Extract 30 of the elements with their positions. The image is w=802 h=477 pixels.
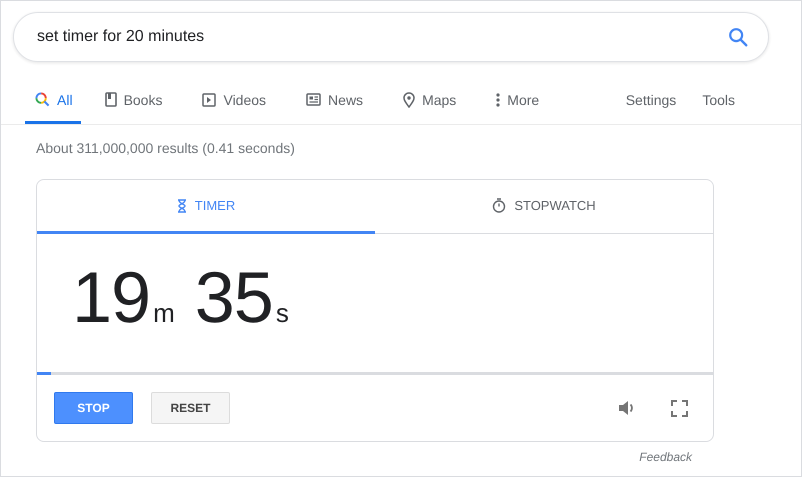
search-icon [35, 92, 50, 107]
nav-link[interactable]: Settings [626, 75, 676, 124]
stopwatch-icon [492, 198, 506, 213]
search-icon[interactable] [727, 26, 749, 48]
timer-tab[interactable]: TIMER [37, 180, 375, 234]
nav-tab[interactable]: More [486, 75, 548, 124]
search-field[interactable]: set timer for 20 minutes [13, 12, 769, 62]
timer-tab[interactable]: STOPWATCH [375, 180, 713, 234]
nav-tab[interactable]: Videos [192, 75, 274, 124]
reset-button[interactable]: RESET [151, 392, 230, 424]
feedback-link[interactable]: Feedback [639, 450, 692, 464]
hourglass-icon [176, 198, 187, 212]
nav-tab[interactable]: Books [94, 75, 170, 124]
fullscreen-icon[interactable] [671, 400, 688, 416]
play-icon [202, 92, 216, 106]
newspaper-icon [306, 93, 322, 106]
nav-link[interactable]: Tools [702, 75, 735, 124]
book-icon [104, 92, 117, 107]
speaker-icon[interactable] [618, 400, 636, 416]
nav-tab[interactable]: All [25, 75, 81, 124]
map-pin-icon [403, 92, 416, 108]
result-stats: About 311,000,000 results (0.41 seconds) [35, 139, 296, 158]
nav-tab[interactable]: Maps [393, 75, 464, 124]
timer-unit: m [153, 298, 175, 329]
timer-seconds: 35 [194, 262, 273, 334]
timer-minutes: 19 [72, 262, 150, 334]
more-icon [496, 92, 500, 106]
nav-tab[interactable]: News [296, 75, 372, 124]
stop-button[interactable]: STOP [54, 392, 133, 424]
timer-unit: s [276, 298, 289, 329]
